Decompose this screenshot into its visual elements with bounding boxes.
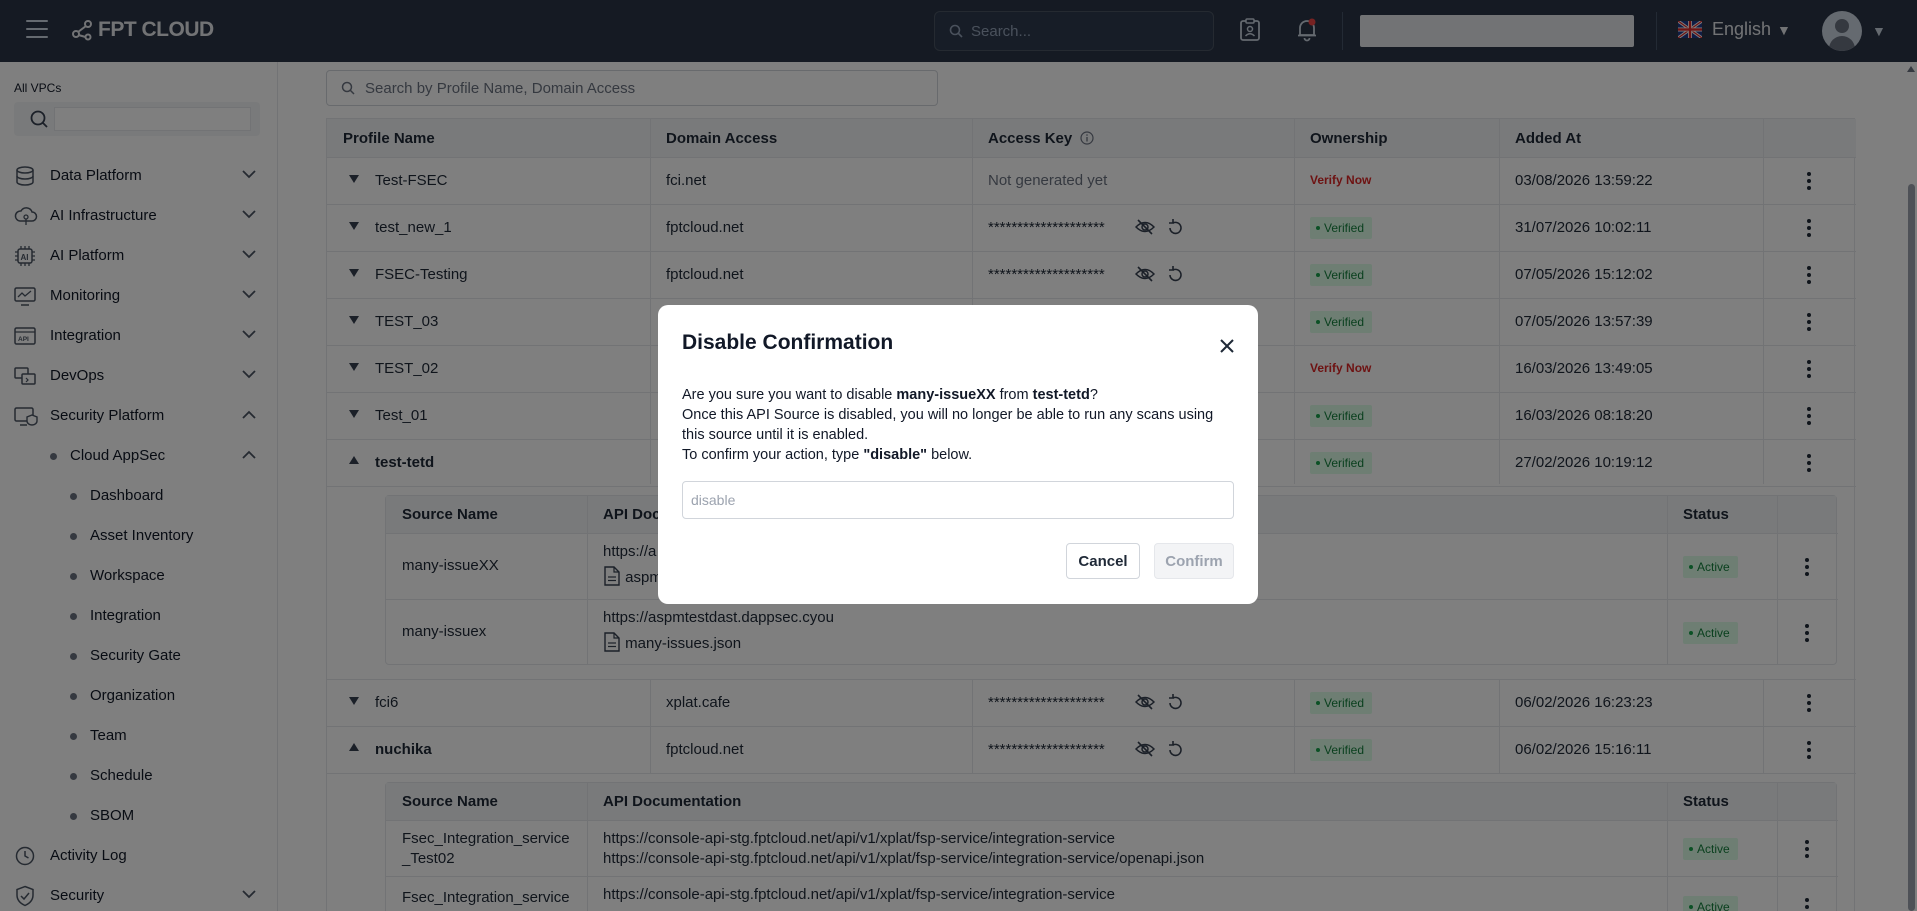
text: ?	[1089, 387, 1098, 403]
dialog-line-1: Are you sure you want to disable many-is…	[682, 385, 1238, 405]
disable-confirmation-dialog: Disable Confirmation Are you sure you wa…	[658, 305, 1258, 604]
text: Are you sure you want to disable	[682, 387, 897, 403]
dialog-title: Disable Confirmation	[682, 331, 894, 354]
profile-name-emphasis: test-tetd	[1032, 387, 1090, 403]
text: from	[995, 387, 1033, 403]
dialog-message: Are you sure you want to disable many-is…	[682, 385, 1238, 465]
dialog-line-3: To confirm your action, type "disable" b…	[682, 445, 1238, 465]
confirm-word-emphasis: "disable"	[863, 447, 928, 463]
dialog-line-2: Once this API Source is disabled, you wi…	[682, 407, 1214, 443]
confirm-text-input[interactable]	[682, 481, 1234, 519]
text: To confirm your action, type	[682, 447, 864, 463]
source-name-emphasis: many-issueXX	[896, 387, 996, 403]
confirm-button[interactable]: Confirm	[1154, 543, 1234, 579]
close-icon[interactable]	[1219, 338, 1235, 354]
cancel-button[interactable]: Cancel	[1066, 543, 1140, 579]
text: below.	[927, 447, 973, 463]
